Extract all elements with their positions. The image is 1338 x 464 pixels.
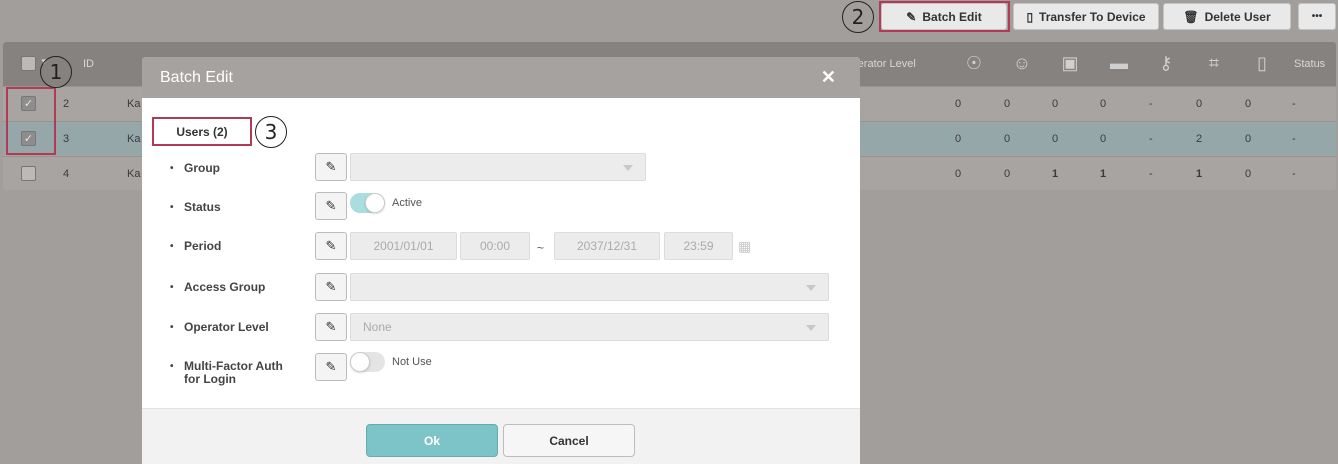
row-id: 4 (63, 168, 70, 180)
tab-users[interactable]: Users (2) (152, 117, 252, 146)
access-group-edit-button[interactable]: ✎ (315, 273, 347, 301)
callout-1: 1 (40, 56, 72, 88)
pencil-icon: ✎ (325, 279, 337, 294)
row-name: Ka (127, 168, 141, 180)
mobile-icon: ▯ (1257, 52, 1267, 73)
transfer-to-device-button[interactable]: ▯ Transfer To Device (1013, 3, 1159, 30)
batch-edit-dialog: Batch Edit ✕ Users (2) 3 • Group ✎ • Statu… (142, 57, 860, 464)
row-status: - (1292, 98, 1296, 110)
row-value: 2 (1196, 133, 1203, 145)
calendar-icon[interactable]: ▦ (738, 238, 751, 255)
trash-icon: 🗑 (1183, 9, 1199, 24)
selected-rows-highlight (6, 87, 56, 155)
row-id: 3 (63, 133, 70, 145)
pencil-icon: ✎ (325, 359, 337, 374)
operator-level-edit-button[interactable]: ✎ (315, 313, 347, 341)
delete-user-button[interactable]: 🗑 Delete User (1163, 3, 1291, 30)
row-value: - (1149, 168, 1153, 180)
row-value: 0 (955, 168, 962, 180)
callout-2: 2 (842, 1, 874, 33)
cancel-button[interactable]: Cancel (503, 424, 635, 457)
group-select[interactable] (350, 153, 646, 181)
card-photo-icon: ▣ (1061, 52, 1079, 73)
row-value: 0 (1100, 98, 1107, 110)
group-label: • Group (170, 161, 220, 175)
row-name: Ka (127, 98, 141, 110)
mfa-label: • Multi-Factor Auth for Login (170, 359, 283, 386)
period-tilde: ~ (537, 241, 545, 255)
operator-level-select[interactable]: None (350, 313, 829, 341)
start-time-input[interactable]: 00:00 (460, 232, 530, 260)
callout-3: 3 (255, 116, 287, 148)
transfer-label: Transfer To Device (1039, 9, 1146, 24)
row-value: 0 (1100, 133, 1107, 145)
card-icon: ▬ (1110, 52, 1128, 73)
batch-edit-highlight (879, 1, 1010, 32)
mfa-edit-button[interactable]: ✎ (315, 353, 347, 381)
status-label: • Status (170, 200, 221, 214)
qr-icon: ⌗ (1208, 52, 1220, 73)
start-date-input[interactable]: 2001/01/01 (350, 232, 457, 260)
status-edit-button[interactable]: ✎ (315, 192, 347, 220)
period-label: • Period (170, 239, 222, 253)
row-value: - (1149, 133, 1153, 145)
row-checkbox[interactable] (21, 166, 36, 181)
period-edit-button[interactable]: ✎ (315, 232, 347, 260)
face-icon: ☺ (1012, 52, 1032, 73)
row-value: 0 (1245, 133, 1252, 145)
dialog-header: Batch Edit ✕ (142, 57, 860, 98)
mfa-value: Not Use (392, 356, 432, 368)
device-icon: ▯ (1026, 9, 1034, 24)
row-value: 0 (1052, 98, 1059, 110)
operator-level-label: • Operator Level (170, 320, 269, 334)
row-value: 0 (1245, 98, 1252, 110)
key-icon: ⚷ (1159, 52, 1173, 73)
pencil-icon: ✎ (325, 238, 337, 253)
header-id[interactable]: ID (83, 42, 94, 86)
row-status: - (1292, 168, 1296, 180)
dialog-title: Batch Edit (160, 68, 233, 86)
pencil-icon: ✎ (325, 198, 337, 213)
access-group-select[interactable] (350, 273, 829, 301)
row-value: 0 (1004, 98, 1011, 110)
mfa-toggle[interactable] (350, 352, 385, 372)
ok-button[interactable]: Ok (366, 424, 498, 457)
end-date-input[interactable]: 2037/12/31 (554, 232, 660, 260)
group-edit-button[interactable]: ✎ (315, 153, 347, 181)
header-status[interactable]: Status (1294, 42, 1325, 86)
more-button[interactable]: ••• (1298, 3, 1336, 30)
row-value: 0 (1196, 98, 1203, 110)
operator-level-value: None (363, 320, 392, 334)
fingerprint-icon: ☉ (965, 52, 983, 73)
row-status: - (1292, 133, 1296, 145)
row-id: 2 (63, 98, 70, 110)
status-value: Active (392, 197, 422, 209)
row-value: 0 (1052, 133, 1059, 145)
row-value: 0 (955, 98, 962, 110)
end-time-input[interactable]: 23:59 (664, 232, 733, 260)
dialog-footer: Ok Cancel (142, 408, 860, 464)
row-value: 1 (1052, 168, 1059, 180)
row-name: Ka (127, 133, 141, 145)
header-operator-level[interactable]: Operator Level (843, 42, 963, 86)
row-value: 1 (1196, 168, 1203, 180)
row-value: 0 (955, 133, 962, 145)
row-value: 1 (1100, 168, 1107, 180)
delete-user-label: Delete User (1204, 9, 1271, 24)
pencil-icon: ✎ (325, 319, 337, 334)
select-all-checkbox[interactable] (21, 56, 36, 71)
row-value: 0 (1004, 168, 1011, 180)
access-group-label: • Access Group (170, 280, 266, 294)
row-value: 0 (1004, 133, 1011, 145)
pencil-icon: ✎ (325, 159, 337, 174)
close-icon[interactable]: ✕ (821, 67, 836, 88)
status-toggle[interactable] (350, 193, 385, 213)
row-value: - (1149, 98, 1153, 110)
row-value: 0 (1245, 168, 1252, 180)
